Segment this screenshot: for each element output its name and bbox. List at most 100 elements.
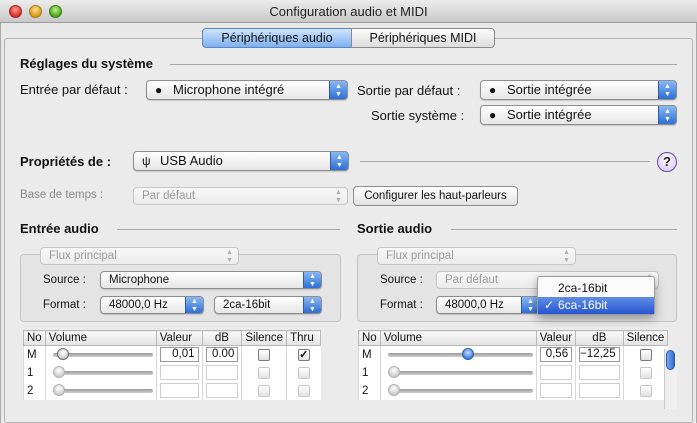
output-rate-popup[interactable]: 48000,0 Hz ▲ ▼ <box>436 296 540 314</box>
input-source-value: Microphone <box>109 274 170 286</box>
column-header[interactable]: Valeur <box>535 330 577 346</box>
popup-arrows-icon: ▲▼ <box>330 152 348 170</box>
db-field[interactable] <box>205 383 239 398</box>
menu-item-6ca-16bit[interactable]: ✓ 6ca-16bit <box>538 297 654 314</box>
volume-cell <box>379 345 537 364</box>
volume-slider[interactable] <box>387 383 533 396</box>
title-bar: Configuration audio et MIDI <box>0 0 697 23</box>
column-header[interactable]: No <box>23 330 46 346</box>
volume-slider-knob[interactable] <box>387 383 400 396</box>
channel-number: 1 <box>23 363 46 382</box>
popup-arrows-icon: ▲▼ <box>563 249 570 264</box>
scrollbar-thumb[interactable] <box>666 350 675 370</box>
mute-checkbox[interactable] <box>258 366 271 379</box>
column-header[interactable]: dB <box>575 330 624 346</box>
timebase-popup[interactable]: Par défaut ▲ ▼ <box>133 187 348 205</box>
value-field[interactable]: 0,01 <box>159 347 199 363</box>
popup-arrows-icon: ▲▼ <box>329 81 347 99</box>
output-channels-table: No Volume Valeur dB Silence M 0,56 −12,25 1… <box>358 330 669 400</box>
db-cell <box>575 363 624 382</box>
window-title: Configuration audio et MIDI <box>269 4 428 19</box>
audio-input-heading: Entrée audio <box>20 221 99 236</box>
table-header: No Volume Valeur dB Silence <box>358 330 669 346</box>
properties-device-popup[interactable]: ψ USB Audio ▲ ▼ <box>133 151 349 171</box>
channel-number: M <box>358 345 381 364</box>
properties-device-value: USB Audio <box>160 153 223 168</box>
column-header[interactable]: Silence <box>622 330 669 346</box>
divider <box>117 229 340 230</box>
volume-slider-knob[interactable] <box>52 365 65 378</box>
apple-icon: ● <box>489 83 497 97</box>
system-output-popup[interactable]: ● Sortie intégrée ▲ ▼ <box>480 105 677 125</box>
volume-cell <box>44 381 157 400</box>
value-field[interactable] <box>539 365 573 380</box>
input-bits-popup[interactable]: 2ca-16bit ▲ ▼ <box>214 296 322 314</box>
column-header[interactable]: No <box>358 330 381 346</box>
output-source-value: Par défaut <box>445 274 499 286</box>
value-cell: 0,01 <box>155 345 203 364</box>
default-output-popup[interactable]: ● Sortie intégrée ▲ ▼ <box>480 80 677 100</box>
timebase-value: Par défaut <box>142 190 196 202</box>
menu-item-2ca-16bit[interactable]: 2ca-16bit <box>538 280 654 297</box>
timebase-label: Base de temps : <box>20 189 104 201</box>
mute-checkbox[interactable] <box>639 348 652 361</box>
tab-midi-devices[interactable]: Périphériques MIDI <box>351 28 495 48</box>
mute-checkbox[interactable] <box>258 348 271 361</box>
db-cell <box>201 381 242 400</box>
volume-slider[interactable] <box>387 365 533 378</box>
value-field[interactable] <box>159 365 199 380</box>
column-header[interactable]: dB <box>201 330 243 346</box>
column-header[interactable]: Valeur <box>155 330 203 346</box>
volume-slider[interactable] <box>52 365 153 378</box>
value-field[interactable] <box>539 383 573 398</box>
help-button[interactable]: ? <box>657 152 677 172</box>
table-row: 1 <box>23 363 321 382</box>
thru-checkbox[interactable] <box>297 366 310 379</box>
value-field[interactable]: 0,56 <box>539 347 573 363</box>
default-input-popup[interactable]: ● Microphone intégré ▲ ▼ <box>146 80 348 100</box>
volume-cell <box>44 345 157 364</box>
output-stream-value: Flux principal <box>386 250 454 262</box>
default-input-label: Entrée par défaut : <box>20 82 128 97</box>
volume-slider[interactable] <box>52 347 153 360</box>
input-rate-popup[interactable]: 48000,0 Hz ▲ ▼ <box>100 296 204 314</box>
volume-slider-knob[interactable] <box>462 347 475 360</box>
thru-checkbox[interactable] <box>297 384 310 397</box>
output-stream-popup[interactable]: Flux principal ▲ ▼ <box>377 247 576 265</box>
mute-checkbox[interactable] <box>258 384 271 397</box>
checkmark-icon: ✓ <box>544 298 555 312</box>
system-settings-heading: Réglages du système <box>20 56 153 71</box>
mute-checkbox[interactable] <box>639 366 652 379</box>
tab-audio-devices[interactable]: Périphériques audio <box>202 28 352 48</box>
column-header[interactable]: Silence <box>241 330 288 346</box>
volume-slider[interactable] <box>387 347 533 360</box>
popup-arrows-icon: ▲▼ <box>658 106 676 124</box>
value-cell <box>535 363 576 382</box>
db-field[interactable] <box>579 383 620 398</box>
channel-number: 1 <box>358 363 381 382</box>
table-row: M 0,01 0.00 ✓ <box>23 345 321 364</box>
mute-cell <box>241 363 287 382</box>
db-field[interactable] <box>579 365 620 380</box>
db-cell: −12,25 <box>575 345 624 364</box>
mute-cell <box>622 381 668 400</box>
column-header[interactable]: Volume <box>379 330 537 346</box>
db-field[interactable] <box>205 365 239 380</box>
db-field[interactable]: −12,25 <box>579 347 620 363</box>
volume-slider-knob[interactable] <box>52 383 65 396</box>
thru-cell <box>286 363 321 382</box>
volume-slider[interactable] <box>52 383 153 396</box>
thru-checkbox[interactable]: ✓ <box>297 348 310 361</box>
column-header[interactable]: Thru <box>286 330 321 346</box>
volume-cell <box>379 363 537 382</box>
column-header[interactable]: Volume <box>44 330 157 346</box>
volume-slider-knob[interactable] <box>387 365 400 378</box>
input-channels-table: No Volume Valeur dB Silence Thru M 0,01 0.… <box>23 330 321 400</box>
input-source-popup[interactable]: Microphone ▲ ▼ <box>100 271 322 289</box>
volume-slider-knob[interactable] <box>57 347 70 360</box>
value-field[interactable] <box>159 383 199 398</box>
configure-speakers-button[interactable]: Configurer les haut-parleurs <box>353 186 518 206</box>
db-field[interactable]: 0.00 <box>205 347 239 363</box>
mute-checkbox[interactable] <box>639 384 652 397</box>
input-stream-popup[interactable]: Flux principal ▲ ▼ <box>40 247 239 265</box>
